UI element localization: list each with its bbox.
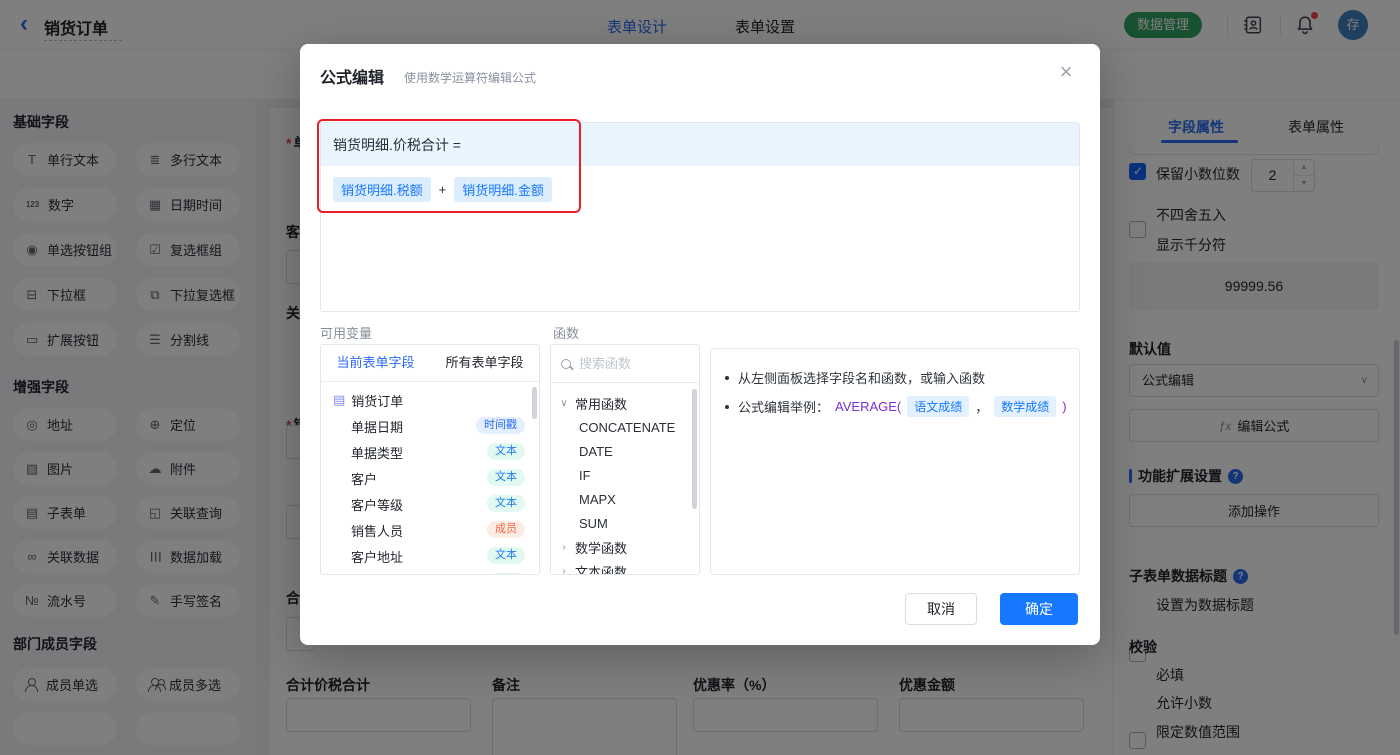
functions-panel: ∨常用函数 CONCATENATE DATE IF MAPX SUM ›数学函数… (550, 344, 700, 575)
function-group-math[interactable]: › 数学函数 (551, 535, 699, 559)
function-item-sum[interactable]: SUM (551, 511, 699, 535)
functions-section-label: 函数 (553, 326, 580, 341)
example-field-chip: 语文成绩 (907, 396, 970, 417)
variables-tabs: 当前表单字段 所有表单字段 (321, 345, 539, 382)
variable-row[interactable]: 销售人员 成员 (321, 517, 539, 543)
bullet-dot (725, 404, 729, 409)
app-root: ‹ 销货订单 表单设计 表单设置 数据管理 存 ⊘ 表单外链 (0, 0, 1400, 755)
type-badge: 文本 (487, 443, 525, 460)
variable-row[interactable]: 单据类型 文本 (321, 439, 539, 465)
formula-operator: + (438, 182, 447, 197)
help-line: 从左侧面板选择字段名和函数，或输入函数 (725, 368, 1065, 387)
formula-field-chip[interactable]: 销货明细.税额 (333, 177, 431, 202)
variable-name: 客户等级 (351, 497, 404, 513)
help-example-line: 公式编辑举例： AVERAGE( 语文成绩 ， 数学成绩 ) (725, 396, 1067, 417)
confirm-button[interactable]: 确定 (1000, 593, 1078, 625)
formula-edit-modal: 公式编辑 使用数学运算符编辑公式 × 销货明细.价税合计 = 销货明细.税额 +… (300, 44, 1100, 645)
variable-name: 销售人员 (351, 523, 404, 539)
type-badge: 时间戳 (476, 417, 525, 434)
variable-name: 客户 (351, 471, 378, 487)
chevron-right-icon: › (562, 565, 566, 575)
search-icon (561, 358, 571, 369)
type-badge: 成员 (487, 521, 525, 538)
variable-name: 客户地址 (351, 549, 404, 565)
example-function-open: AVERAGE( (835, 399, 902, 414)
formula-field-chip[interactable]: 销货明细.金额 (454, 177, 552, 202)
variable-row[interactable]: 客户地址 文本 (321, 543, 539, 569)
type-badge: 文本 (487, 495, 525, 512)
variable-row[interactable]: 客户 文本 (321, 465, 539, 491)
function-item-mapx[interactable]: MAPX (551, 487, 699, 511)
variable-row[interactable]: 单据日期 时间戳 (321, 413, 539, 439)
example-comma: ， (975, 400, 989, 415)
example-function-close: ) (1062, 399, 1067, 414)
variables-panel: 当前表单字段 所有表单字段 ▤ 销货订单 单据日期 时间戳 单据类型 文本 客户 文本… (320, 344, 540, 575)
form-doc-icon: ▤ (333, 392, 346, 407)
variable-name: 单据日期 (351, 419, 404, 435)
chevron-right-icon: › (562, 541, 566, 553)
formula-target-row: 销货明细.价税合计 = (321, 123, 1079, 166)
tab-current-form-fields[interactable]: 当前表单字段 (321, 345, 430, 381)
variable-row-clipped (321, 569, 539, 574)
type-badge: 文本 (487, 547, 525, 564)
function-item-concatenate[interactable]: CONCATENATE (551, 415, 699, 439)
formula-help-panel: 从左侧面板选择字段名和函数，或输入函数 公式编辑举例： AVERAGE( 语文成… (710, 348, 1080, 575)
function-item-if[interactable]: IF (551, 463, 699, 487)
formula-expression-row: 销货明细.税额 + 销货明细.金额 (321, 166, 1079, 213)
function-item-date[interactable]: DATE (551, 439, 699, 463)
variables-root-node[interactable]: ▤ 销货订单 (321, 387, 539, 413)
modal-title: 公式编辑 (320, 70, 385, 87)
function-group-text[interactable]: › 文本函数 (551, 559, 699, 575)
close-icon[interactable]: × (1052, 58, 1080, 86)
example-field-chip: 数学成绩 (994, 396, 1057, 417)
variables-tree: ▤ 销货订单 单据日期 时间戳 单据类型 文本 客户 文本 客户等级 文本 销售人员 成员… (321, 382, 539, 574)
variables-section-label: 可用变量 (320, 326, 373, 341)
functions-scrollbar-thumb[interactable] (692, 389, 697, 509)
variables-scrollbar-thumb[interactable] (532, 387, 537, 419)
function-group-common[interactable]: ∨ 常用函数 (551, 391, 699, 415)
formula-target-label: 销货明细.价税合计 = (333, 136, 461, 153)
root-node-label: 销货订单 (351, 393, 404, 409)
variable-row[interactable]: 客户等级 文本 (321, 491, 539, 517)
variable-name: 单据类型 (351, 445, 404, 461)
bullet-dot (725, 375, 729, 380)
type-badge: 文本 (487, 469, 525, 486)
function-search-row (551, 345, 699, 383)
type-badge (491, 573, 525, 574)
function-search-input[interactable] (579, 356, 674, 371)
functions-tree: ∨ 常用函数 CONCATENATE DATE IF MAPX SUM › 数学函数… (551, 383, 699, 575)
formula-editor[interactable]: 销货明细.价税合计 = 销货明细.税额 + 销货明细.金额 (320, 122, 1080, 312)
cancel-button[interactable]: 取消 (905, 593, 977, 625)
tab-all-form-fields[interactable]: 所有表单字段 (430, 345, 539, 381)
modal-subtitle: 使用数学运算符编辑公式 (404, 71, 537, 85)
chevron-down-icon: ∨ (560, 397, 568, 409)
